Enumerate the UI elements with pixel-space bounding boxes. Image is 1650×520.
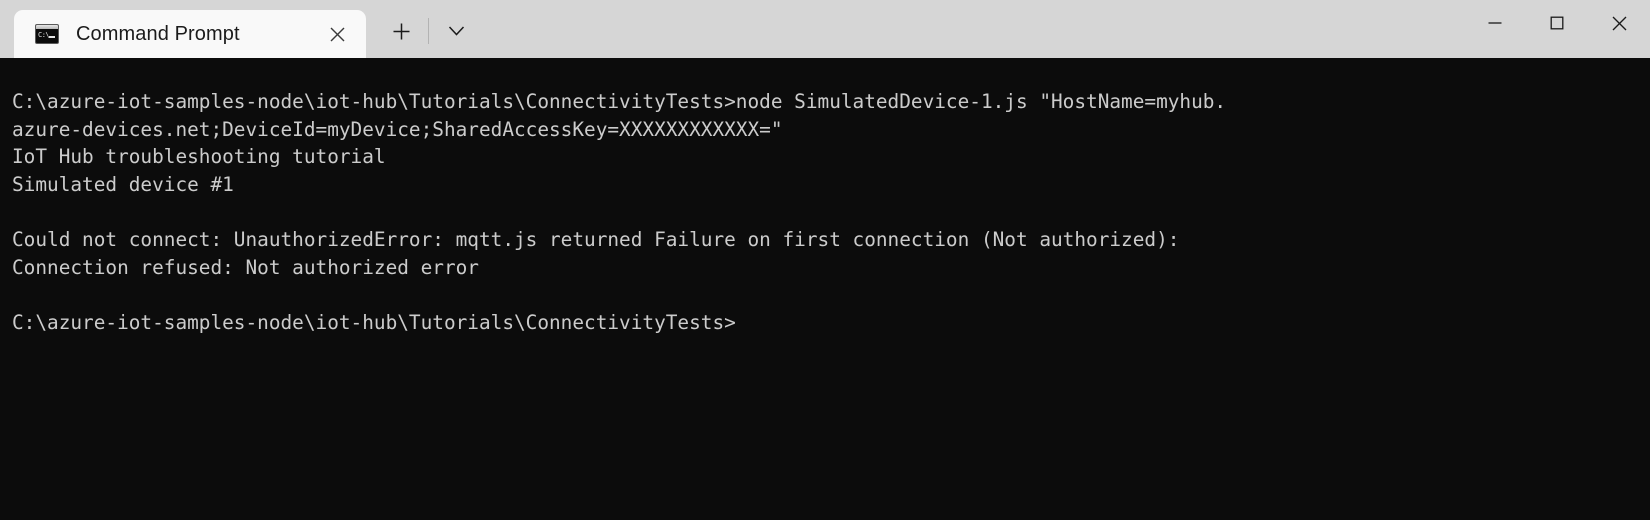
terminal-line: Simulated device #1 (12, 172, 234, 196)
title-bar[interactable]: C:\ Command Prompt (0, 0, 1650, 58)
terminal-line: Connection refused: Not authorized error (12, 255, 479, 279)
minimize-icon (1488, 22, 1502, 24)
terminal-output[interactable]: C:\azure-iot-samples-node\iot-hub\Tutori… (0, 58, 1650, 520)
tab-strip: C:\ Command Prompt (0, 0, 479, 58)
maximize-button[interactable] (1526, 0, 1588, 46)
plus-icon (393, 23, 409, 39)
terminal-line: Could not connect: UnauthorizedError: mq… (12, 227, 1180, 251)
terminal-line: C:\azure-iot-samples-node\iot-hub\Tutori… (12, 90, 1227, 113)
chevron-down-icon (448, 26, 464, 36)
minimize-button[interactable] (1464, 0, 1526, 46)
close-icon (1612, 16, 1626, 30)
titlebar-drag-region[interactable] (479, 0, 1464, 58)
terminal-line: azure-devices.net;DeviceId=myDevice;Shar… (12, 117, 783, 141)
tab-bar-divider (428, 18, 429, 44)
tab-dropdown-button[interactable] (433, 8, 479, 54)
tab-command-prompt[interactable]: C:\ Command Prompt (14, 10, 366, 58)
command-prompt-icon: C:\ (36, 25, 58, 43)
tab-close-button[interactable] (316, 13, 358, 55)
terminal-line-prompt: C:\azure-iot-samples-node\iot-hub\Tutori… (12, 310, 736, 334)
tab-label: Command Prompt (76, 22, 240, 45)
window-controls (1464, 0, 1650, 58)
close-window-button[interactable] (1588, 0, 1650, 46)
terminal-line: IoT Hub troubleshooting tutorial (12, 145, 386, 169)
maximize-icon (1550, 16, 1564, 30)
close-icon (330, 27, 344, 41)
command-prompt-icon-text: C:\ (38, 31, 50, 39)
command-prompt-window: C:\ Command Prompt C:\azure-iot-samples-… (0, 0, 1650, 520)
new-tab-button[interactable] (378, 8, 424, 54)
